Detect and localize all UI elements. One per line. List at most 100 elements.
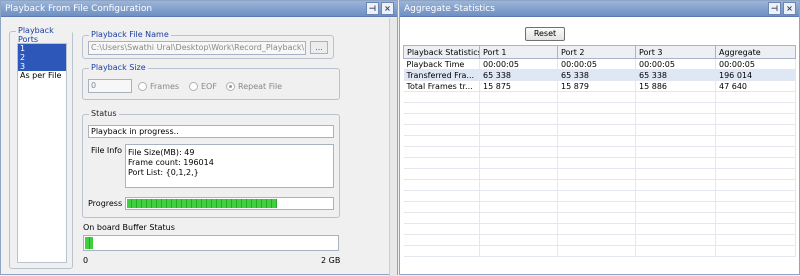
table-cell xyxy=(479,113,558,125)
table-cell xyxy=(635,102,716,114)
table-cell xyxy=(403,102,480,114)
table-cell xyxy=(403,157,480,169)
buffer-min-label: 0 xyxy=(83,256,89,265)
table-cell xyxy=(635,201,716,213)
file-info-label: File Info xyxy=(91,146,123,155)
table-cell xyxy=(479,146,558,158)
table-cell xyxy=(403,212,480,224)
table-cell xyxy=(635,234,716,246)
table-cell xyxy=(557,212,636,224)
column-header[interactable]: Aggregate xyxy=(715,45,796,59)
table-cell: 47 640 xyxy=(715,80,796,92)
table-cell: 15 886 xyxy=(635,80,716,92)
aggregate-stats-titlebar: Aggregate Statistics ⊣ × xyxy=(400,1,799,17)
table-cell xyxy=(557,223,636,235)
table-cell xyxy=(715,113,796,125)
left-panel-scrollbar[interactable] xyxy=(389,18,397,276)
table-row[interactable]: Transferred Fra... 65 338 65 338 65 338 196… xyxy=(403,69,796,81)
table-cell xyxy=(557,190,636,202)
table-row[interactable]: Total Frames tr... 15 875 15 879 15 886 47 6… xyxy=(403,80,796,92)
reset-button[interactable]: Reset xyxy=(525,27,565,41)
buffer-status-bar xyxy=(83,235,339,251)
radio-frames[interactable]: Frames xyxy=(138,82,179,91)
table-row xyxy=(403,201,796,213)
table-row[interactable]: Playback Time 00:00:05 00:00:05 00:00:05 00:… xyxy=(403,58,796,70)
radio-frames-label: Frames xyxy=(150,82,180,91)
port-list-text: Port List: {0,1,2,} xyxy=(128,168,199,177)
frame-count-text: Frame count: 196014 xyxy=(128,158,214,167)
table-cell xyxy=(403,234,480,246)
pin-icon[interactable]: ⊣ xyxy=(768,2,781,15)
table-row xyxy=(403,135,796,147)
table-row xyxy=(403,113,796,125)
table-cell xyxy=(715,179,796,191)
playback-config-titlebar: Playback From File Configuration ⊣ × xyxy=(1,1,397,17)
column-header[interactable]: Port 1 xyxy=(479,45,558,59)
table-cell xyxy=(557,245,636,257)
table-cell xyxy=(715,124,796,136)
column-header[interactable]: Port 3 xyxy=(635,45,716,59)
table-cell xyxy=(403,190,480,202)
table-cell xyxy=(635,179,716,191)
ports-list[interactable]: 1 2 3 As per File xyxy=(17,43,67,263)
table-cell xyxy=(557,157,636,169)
table-cell xyxy=(403,201,480,213)
table-cell: 00:00:05 xyxy=(635,58,716,70)
table-cell xyxy=(635,212,716,224)
table-row xyxy=(403,168,796,180)
table-cell xyxy=(715,201,796,213)
browse-button[interactable]: ... xyxy=(310,41,328,54)
table-row xyxy=(403,102,796,114)
column-header[interactable]: Port 2 xyxy=(557,45,636,59)
table-cell xyxy=(479,234,558,246)
port-item-3[interactable]: 3 xyxy=(18,62,66,71)
radio-eof-dot xyxy=(189,82,198,91)
table-cell xyxy=(557,113,636,125)
table-cell: 65 338 xyxy=(479,69,558,81)
table-cell xyxy=(479,190,558,202)
table-cell xyxy=(403,168,480,180)
close-icon[interactable]: × xyxy=(783,2,796,15)
pin-icon[interactable]: ⊣ xyxy=(366,2,379,15)
table-cell xyxy=(403,245,480,257)
radio-repeat-file[interactable]: Repeat File xyxy=(226,82,282,91)
panel-title: Playback From File Configuration xyxy=(5,4,153,14)
column-header[interactable]: Playback Statistics xyxy=(403,45,480,59)
table-cell xyxy=(715,245,796,257)
table-cell: 00:00:05 xyxy=(715,58,796,70)
panel-title: Aggregate Statistics xyxy=(404,4,495,14)
file-path-input[interactable]: C:\Users\Swathi Ural\Desktop\Work\Record… xyxy=(88,41,306,55)
port-item-as-per-file[interactable]: As per File xyxy=(18,71,66,80)
table-cell xyxy=(557,146,636,158)
close-icon[interactable]: × xyxy=(381,2,394,15)
port-item-1[interactable]: 1 xyxy=(18,44,66,53)
radio-eof[interactable]: EOF xyxy=(189,82,217,91)
file-name-label: Playback File Name xyxy=(89,30,171,39)
buffer-fill xyxy=(85,237,93,249)
statistics-table: Playback Statistics Port 1 Port 2 Port 3… xyxy=(403,45,796,257)
table-cell xyxy=(403,135,480,147)
table-row xyxy=(403,223,796,235)
status-text-field: Playback in progress.. xyxy=(88,125,334,138)
table-cell xyxy=(557,124,636,136)
table-cell xyxy=(479,102,558,114)
table-row xyxy=(403,124,796,136)
radio-eof-label: EOF xyxy=(201,82,217,91)
table-cell xyxy=(403,223,480,235)
table-cell: 65 338 xyxy=(557,69,636,81)
status-label: Status xyxy=(89,109,119,118)
table-cell xyxy=(403,146,480,158)
size-value-input[interactable]: 0 xyxy=(88,79,132,93)
table-cell xyxy=(479,135,558,147)
table-cell: 00:00:05 xyxy=(557,58,636,70)
table-row xyxy=(403,212,796,224)
port-item-2[interactable]: 2 xyxy=(18,53,66,62)
table-cell: Total Frames tr... xyxy=(403,80,480,92)
progress-fill xyxy=(127,199,277,208)
table-cell: 196 014 xyxy=(715,69,796,81)
table-cell xyxy=(715,146,796,158)
table-cell xyxy=(715,135,796,147)
table-cell xyxy=(479,201,558,213)
table-row xyxy=(403,179,796,191)
table-cell xyxy=(479,223,558,235)
